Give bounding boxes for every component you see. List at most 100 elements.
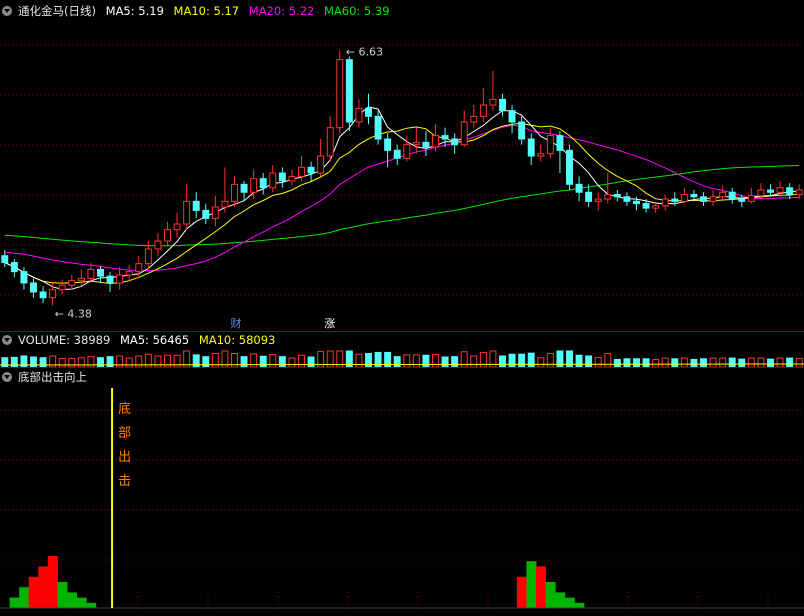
candle-down bbox=[728, 191, 736, 200]
volume-bar-down bbox=[623, 358, 631, 368]
candle-down bbox=[575, 183, 583, 193]
volume-bar-up bbox=[747, 357, 755, 368]
candle-down bbox=[106, 275, 114, 284]
candle-up bbox=[298, 166, 305, 177]
candle-down bbox=[240, 183, 248, 193]
candlesticks bbox=[1, 50, 803, 306]
indicator-bar-green bbox=[57, 582, 68, 608]
candle-down bbox=[384, 138, 392, 151]
volume-bar-up bbox=[776, 357, 784, 368]
candle-up bbox=[719, 191, 727, 198]
candle-down bbox=[97, 268, 104, 277]
candle-up bbox=[546, 135, 554, 155]
volume-bar-up bbox=[604, 352, 612, 368]
candle-up bbox=[164, 229, 171, 242]
candle-down bbox=[518, 121, 526, 140]
indicator-bars bbox=[0, 556, 804, 609]
indicator-title: 底部出击向上 bbox=[18, 370, 87, 384]
candle-down bbox=[451, 138, 459, 146]
volume-bar-up bbox=[709, 357, 717, 368]
candle-down bbox=[633, 200, 640, 205]
volume-bar-down bbox=[1, 357, 9, 368]
volume-bar-down bbox=[106, 356, 114, 368]
candle-up bbox=[661, 198, 669, 207]
finance-tag: 财 bbox=[231, 316, 242, 330]
candle-up bbox=[355, 107, 363, 123]
candle-down bbox=[365, 107, 372, 117]
volume-bar-down bbox=[30, 356, 37, 368]
candle-up bbox=[747, 195, 755, 202]
volume-bar-down bbox=[202, 356, 210, 368]
candle-up bbox=[594, 198, 602, 202]
candle-up bbox=[68, 280, 76, 286]
indicator-bar-red bbox=[47, 556, 58, 608]
signal-char: 部 bbox=[118, 426, 131, 441]
volume-bar-down bbox=[307, 356, 315, 368]
volume-ma10-label: MA10: 58093 bbox=[198, 333, 276, 347]
indicator-header: 底部出击向上 bbox=[2, 369, 93, 385]
volume-bar-down bbox=[499, 355, 506, 368]
signal-char: 出 bbox=[118, 450, 131, 465]
pane-menu-icon[interactable] bbox=[2, 6, 12, 16]
candle-up bbox=[795, 189, 803, 196]
volume-bar-down bbox=[767, 358, 774, 368]
candle-up bbox=[116, 274, 124, 284]
candle-up bbox=[460, 121, 468, 146]
volume-bar-up bbox=[87, 356, 95, 368]
indicator-bar-green bbox=[67, 592, 78, 608]
volume-bar-up bbox=[661, 357, 669, 368]
candle-down bbox=[192, 200, 200, 211]
candle-up bbox=[250, 178, 258, 193]
candle-up bbox=[135, 263, 143, 273]
candle-down bbox=[767, 189, 774, 193]
candle-up bbox=[87, 268, 95, 279]
candle-up bbox=[412, 141, 420, 146]
ma10-label: MA10: 5.17 bbox=[173, 4, 240, 18]
pane-menu-icon[interactable] bbox=[2, 372, 12, 382]
volume-bar-up bbox=[470, 355, 478, 368]
high-price-label: ← 6.63 bbox=[346, 46, 383, 59]
volume-ma5-label: MA5: 56465 bbox=[119, 333, 190, 347]
volume-bar-up bbox=[403, 354, 411, 368]
volume-bar-down bbox=[690, 358, 698, 368]
volume-bar-down bbox=[441, 356, 449, 368]
volume-bar-down bbox=[39, 357, 47, 368]
candle-down bbox=[10, 262, 18, 273]
volume-bar-up bbox=[594, 356, 602, 368]
candle-down bbox=[1, 255, 9, 264]
candle-down bbox=[671, 198, 679, 202]
stock-chart[interactable]: 底部出击 ← 6.63 ← 4.38 财 涨 bbox=[0, 0, 804, 616]
indicator-bar-green bbox=[526, 561, 537, 608]
candle-down bbox=[422, 141, 430, 148]
candle-up bbox=[77, 277, 85, 282]
indicator-bar-red bbox=[38, 566, 49, 608]
low-price-label: ← 4.38 bbox=[55, 308, 92, 321]
volume-bar-down bbox=[642, 358, 650, 368]
volume-bar-down bbox=[700, 358, 707, 368]
volume-bar-up bbox=[355, 353, 363, 368]
volume-bar-up bbox=[546, 352, 554, 368]
candle-up bbox=[269, 172, 277, 189]
candle-down bbox=[700, 196, 707, 202]
candle-down bbox=[278, 172, 286, 182]
volume-bar-up bbox=[154, 355, 162, 368]
volume-bar-up bbox=[652, 358, 660, 368]
candle-up bbox=[489, 98, 497, 106]
indicator-bar-green bbox=[86, 602, 97, 608]
volume-header: VOLUME: 38989 MA5: 56465 MA10: 58093 bbox=[2, 332, 281, 348]
candle-down bbox=[393, 149, 401, 159]
volume-bar-up bbox=[719, 357, 727, 368]
candle-down bbox=[499, 98, 506, 112]
volume-bar-down bbox=[738, 358, 746, 368]
indicator-bar-green bbox=[19, 587, 30, 608]
candle-up bbox=[125, 271, 133, 276]
volume-bar-down bbox=[451, 356, 459, 368]
pane-menu-icon[interactable] bbox=[2, 335, 12, 345]
volume-bar-down bbox=[422, 354, 430, 368]
volume-bar-up bbox=[68, 357, 76, 368]
candle-down bbox=[527, 138, 535, 157]
volume-bar-down bbox=[259, 355, 267, 368]
indicator-bar-red bbox=[516, 576, 527, 608]
indicator-bar-green bbox=[545, 582, 556, 608]
candle-up bbox=[317, 155, 325, 174]
